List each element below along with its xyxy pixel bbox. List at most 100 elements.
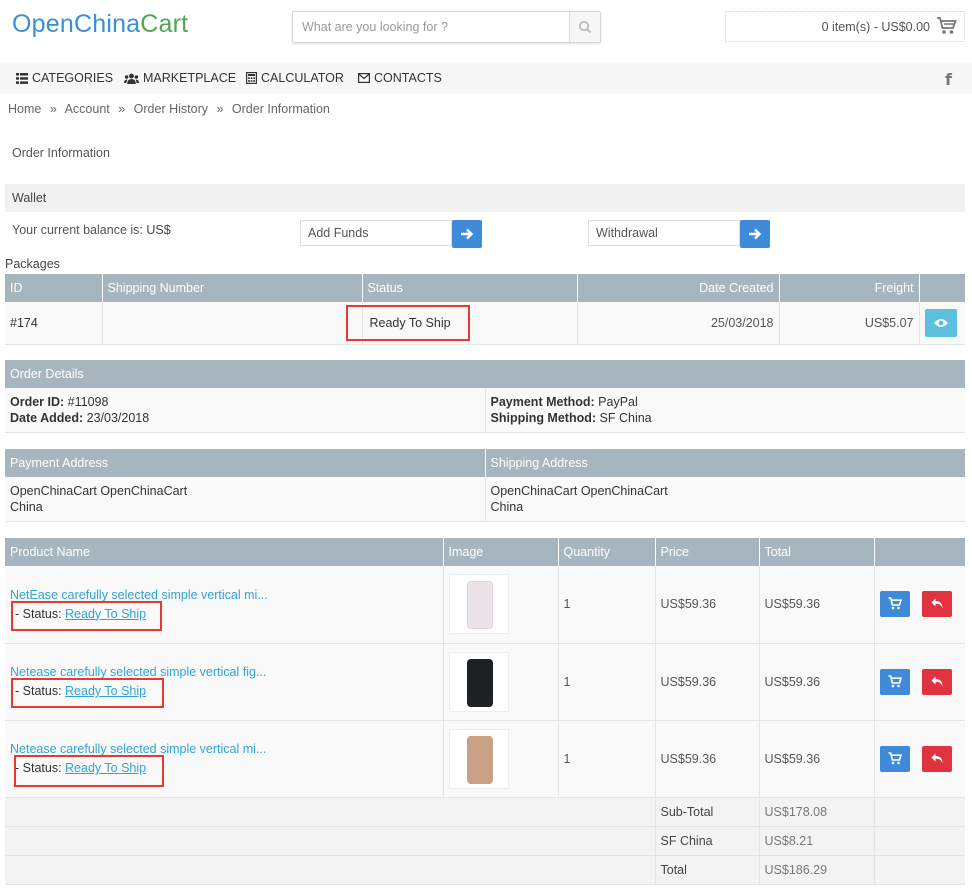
product-image[interactable] bbox=[448, 574, 509, 635]
product-link[interactable]: Netease carefully selected simple vertic… bbox=[10, 742, 438, 756]
table-row: NetEase carefully selected simple vertic… bbox=[5, 566, 965, 644]
breadcrumb-account[interactable]: Account bbox=[65, 102, 110, 116]
add-funds-button[interactable] bbox=[452, 220, 482, 248]
payment-address-line: OpenChinaCart OpenChinaCart bbox=[10, 483, 188, 498]
package-status: Ready To Ship bbox=[362, 302, 578, 345]
date-added-label: Date Added: bbox=[10, 410, 84, 425]
product-quantity: 1 bbox=[558, 566, 656, 644]
package-shipping-number bbox=[102, 302, 363, 345]
reorder-button[interactable] bbox=[879, 591, 910, 618]
breadcrumb-order-information[interactable]: Order Information bbox=[232, 102, 330, 116]
product-photo bbox=[466, 658, 493, 707]
package-freight: US$5.07 bbox=[779, 302, 920, 345]
product-name-cell: Netease carefully selected simple vertic… bbox=[5, 720, 444, 798]
payment-address-line: China bbox=[10, 499, 43, 514]
reply-icon bbox=[931, 753, 942, 763]
nav-contacts[interactable]: CONTACTS bbox=[358, 71, 442, 85]
return-button[interactable] bbox=[921, 591, 952, 618]
totals-row: SF China US$8.21 bbox=[5, 826, 965, 856]
breadcrumb-home[interactable]: Home bbox=[8, 102, 41, 116]
totals-row: Sub-Total US$178.08 bbox=[5, 797, 965, 827]
payment-method-value: PayPal bbox=[598, 394, 638, 409]
product-status-label: - Status: bbox=[15, 684, 62, 698]
products-header-quantity: Quantity bbox=[558, 538, 656, 566]
product-total: US$59.36 bbox=[759, 720, 875, 798]
view-package-button[interactable] bbox=[924, 308, 957, 337]
nav-categories[interactable]: CATEGORIES bbox=[16, 71, 113, 85]
site-logo[interactable]: OpenChinaCart bbox=[12, 10, 188, 39]
logo-text-open: Open bbox=[12, 10, 74, 38]
product-image[interactable] bbox=[448, 728, 509, 789]
subtotal-value: US$178.08 bbox=[759, 797, 875, 827]
return-button[interactable] bbox=[921, 668, 952, 695]
product-link[interactable]: NetEase carefully selected simple vertic… bbox=[10, 588, 438, 602]
reply-icon bbox=[931, 598, 942, 609]
main-nav: CATEGORIES MARKETPLACE CALCULATOR CONTAC… bbox=[0, 63, 972, 94]
breadcrumb-separator: » bbox=[118, 102, 126, 116]
product-price: US$59.36 bbox=[655, 566, 760, 644]
shipping-method-label: Shipping Method: bbox=[490, 410, 597, 425]
reorder-button[interactable] bbox=[879, 745, 910, 772]
return-button[interactable] bbox=[921, 745, 952, 772]
product-status-label: - Status: bbox=[15, 606, 62, 621]
shopping-cart-icon bbox=[888, 751, 902, 764]
product-image[interactable] bbox=[448, 651, 509, 712]
totals-row: Total US$186.29 bbox=[5, 855, 965, 885]
search-input[interactable] bbox=[293, 12, 569, 42]
shopping-cart-icon bbox=[888, 674, 902, 687]
package-view-cell bbox=[919, 302, 965, 345]
product-actions bbox=[874, 720, 965, 798]
eye-icon bbox=[933, 318, 948, 327]
nav-calculator[interactable]: CALCULATOR bbox=[246, 71, 344, 85]
products-header-image: Image bbox=[443, 538, 559, 566]
withdrawal-button[interactable] bbox=[740, 220, 770, 248]
products-header-price: Price bbox=[655, 538, 760, 566]
calculator-icon bbox=[246, 72, 257, 84]
product-status-link[interactable]: Ready To Ship bbox=[65, 607, 146, 621]
nav-categories-label: CATEGORIES bbox=[32, 71, 114, 85]
breadcrumb: Home » Account » Order History » Order I… bbox=[8, 102, 330, 116]
totals-spacer bbox=[874, 855, 965, 885]
add-funds-input[interactable]: Add Funds bbox=[300, 220, 452, 246]
packages-label: Packages bbox=[5, 257, 60, 271]
payment-address: OpenChinaCart OpenChinaCart China bbox=[5, 477, 486, 522]
product-image-cell bbox=[443, 566, 559, 644]
product-name-cell: Netease carefully selected simple vertic… bbox=[5, 643, 444, 721]
table-row: #174 Ready To Ship 25/03/2018 US$5.07 bbox=[5, 302, 965, 345]
packages-table: ID Shipping Number Status Date Created F… bbox=[5, 274, 965, 345]
reorder-button[interactable] bbox=[879, 668, 910, 695]
wallet-balance-label: Your current balance is: bbox=[12, 223, 143, 237]
product-link[interactable]: Netease carefully selected simple vertic… bbox=[10, 665, 438, 679]
products-table: Product Name Image Quantity Price Total … bbox=[5, 538, 965, 885]
product-price: US$59.36 bbox=[655, 720, 760, 798]
product-total: US$59.36 bbox=[759, 566, 875, 644]
date-added-value: 23/03/2018 bbox=[86, 410, 150, 425]
table-row: Netease carefully selected simple vertic… bbox=[5, 720, 965, 798]
cart-summary-text: 0 item(s) - US$0.00 bbox=[821, 20, 930, 34]
grand-total-label: Total bbox=[655, 855, 760, 885]
order-id-value: #11098 bbox=[67, 394, 109, 409]
package-date-created: 25/03/2018 bbox=[577, 302, 780, 345]
totals-spacer bbox=[5, 826, 656, 856]
product-actions bbox=[874, 566, 965, 644]
product-name-cell: NetEase carefully selected simple vertic… bbox=[5, 566, 444, 644]
table-row: Netease carefully selected simple vertic… bbox=[5, 643, 965, 721]
breadcrumb-order-history[interactable]: Order History bbox=[134, 102, 208, 116]
wallet-balance-value: US$ bbox=[146, 223, 171, 237]
order-method-cell: Payment Method: PayPal Shipping Method: … bbox=[485, 388, 965, 433]
shopping-cart-icon bbox=[888, 597, 902, 610]
order-details-table: Order Details Order ID: #11098 Date Adde… bbox=[5, 360, 965, 433]
product-status-link[interactable]: Ready To Ship bbox=[65, 761, 146, 775]
product-photo bbox=[466, 581, 493, 630]
product-status-link[interactable]: Ready To Ship bbox=[65, 684, 146, 698]
cart-summary-button[interactable]: 0 item(s) - US$0.00 bbox=[725, 11, 965, 42]
nav-marketplace[interactable]: MARKETPLACE bbox=[124, 71, 236, 85]
withdrawal-input[interactable]: Withdrawal bbox=[588, 220, 740, 246]
product-total: US$59.36 bbox=[759, 643, 875, 721]
search-button[interactable] bbox=[569, 12, 600, 42]
facebook-icon[interactable]: f bbox=[945, 70, 952, 89]
arrow-right-icon bbox=[749, 228, 762, 240]
reply-icon bbox=[931, 676, 942, 686]
product-image-cell bbox=[443, 643, 559, 721]
shipping-method-value: SF China bbox=[599, 410, 652, 425]
